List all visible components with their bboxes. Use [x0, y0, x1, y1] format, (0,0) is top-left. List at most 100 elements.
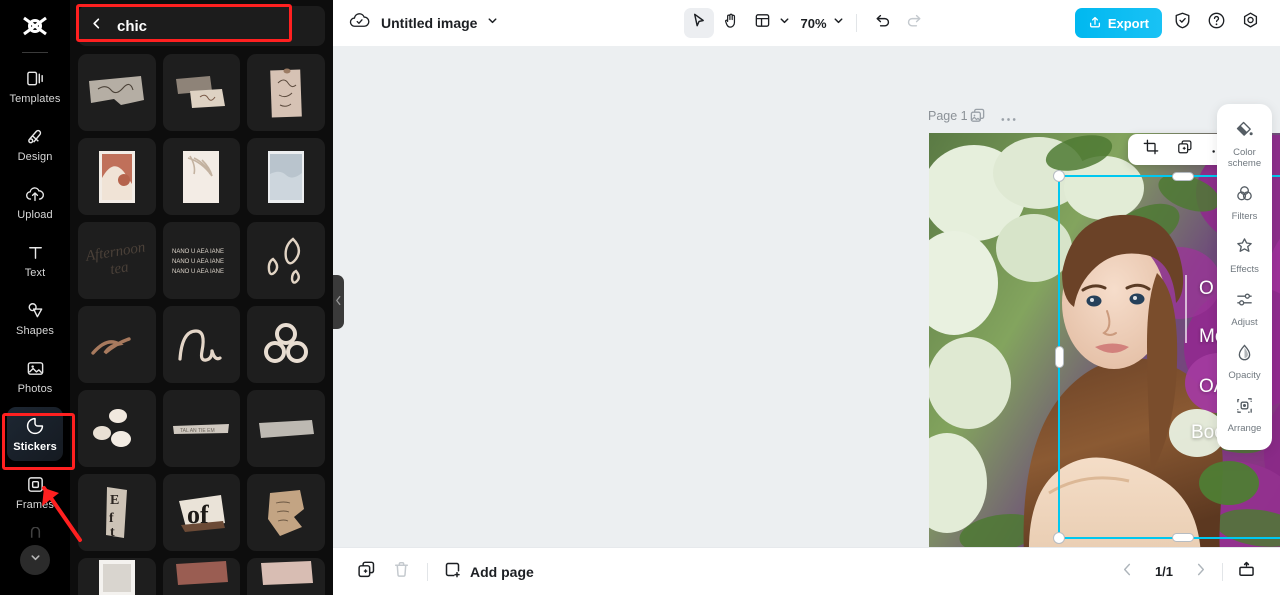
panel-item-color-scheme[interactable]: Color scheme [1217, 113, 1272, 177]
shield-check-button[interactable] [1168, 9, 1196, 37]
effects-icon [1235, 237, 1254, 261]
chevron-left-icon[interactable] [90, 17, 103, 35]
svg-text:E: E [110, 493, 119, 508]
cloud-saved-icon[interactable] [349, 12, 370, 35]
sticker-item[interactable] [247, 474, 325, 551]
sticker-item[interactable] [162, 138, 241, 215]
panel-item-label: Filters [1231, 210, 1258, 222]
sidebar-item-label: Stickers [13, 440, 57, 453]
layout-chevron-down-icon[interactable] [777, 14, 790, 32]
sticker-item[interactable]: Afternoon tea [78, 222, 156, 299]
pagination-divider [1222, 562, 1223, 581]
sidebar-expand-button[interactable] [20, 545, 50, 575]
duplicate-icon [1177, 139, 1193, 160]
handle-top-center[interactable] [1172, 172, 1194, 181]
layout-icon [754, 12, 771, 34]
handle-top-left[interactable] [1053, 170, 1065, 182]
duplicate-page-button[interactable] [357, 560, 376, 584]
export-button[interactable]: Export [1074, 8, 1162, 38]
frames-icon [26, 474, 45, 495]
page-label: Page 1 [928, 109, 968, 123]
sticker-item[interactable]: TAL AN TIE EM [162, 390, 241, 467]
handle-bottom-left[interactable] [1053, 532, 1065, 544]
svg-text:NANO U AEA IANE: NANO U AEA IANE [172, 249, 224, 255]
sticker-item[interactable] [247, 222, 325, 299]
export-label: Export [1107, 15, 1149, 31]
settings-button[interactable] [1236, 9, 1264, 37]
sidebar-item-label: Photos [17, 382, 53, 395]
zoom-level[interactable]: 70% [800, 16, 826, 31]
panel-item-effects[interactable]: Effects [1217, 230, 1272, 283]
panel-collapse-handle[interactable] [333, 275, 344, 329]
redo-icon [906, 12, 923, 34]
sticker-item[interactable] [78, 138, 156, 215]
sidebar-item-design[interactable]: Design [7, 117, 63, 171]
sticker-item[interactable] [247, 558, 325, 595]
sidebar-item-upload[interactable]: Upload [7, 175, 63, 229]
present-button[interactable] [1237, 560, 1256, 584]
capcut-logo-icon[interactable] [20, 10, 50, 42]
sticker-item[interactable] [162, 558, 241, 595]
document-title[interactable]: Untitled image [381, 15, 477, 31]
sticker-item[interactable] [78, 390, 156, 467]
sidebar-item-label: Text [24, 266, 46, 279]
crop-button[interactable] [1136, 135, 1166, 165]
duplicate-page-icon[interactable] [969, 107, 986, 129]
svg-text:TAL AN TIE EM: TAL AN TIE EM [180, 428, 215, 434]
question-circle-icon [1207, 11, 1226, 35]
sticker-item[interactable] [78, 306, 156, 383]
sticker-item[interactable]: of [162, 474, 241, 551]
duplicate-button[interactable] [1170, 135, 1200, 165]
sticker-item[interactable] [162, 54, 241, 131]
page-indicator: 1/1 [1154, 564, 1174, 579]
page-more-icon[interactable] [1000, 109, 1017, 127]
pagination-group: 1/1 [1120, 560, 1256, 584]
sidebar-item-shapes[interactable]: Shapes [7, 291, 63, 345]
sticker-search-input[interactable]: chic [78, 6, 325, 46]
sticker-item[interactable] [247, 306, 325, 383]
svg-text:NANO U AEA IANE: NANO U AEA IANE [172, 269, 224, 275]
sticker-item[interactable] [247, 54, 325, 131]
sticker-item[interactable] [162, 306, 241, 383]
prev-page-button[interactable] [1120, 562, 1135, 582]
sticker-item[interactable] [78, 558, 156, 595]
next-page-button[interactable] [1193, 562, 1208, 582]
panel-item-adjust[interactable]: Adjust [1217, 283, 1272, 336]
sticker-item[interactable] [78, 54, 156, 131]
zoom-chevron-down-icon[interactable] [832, 14, 845, 32]
handle-bottom-center[interactable] [1172, 533, 1194, 542]
tool-layout-button[interactable] [747, 8, 777, 38]
adjust-sliders-icon [1235, 290, 1254, 314]
top-toolbar: Untitled image 70% Export [333, 0, 1280, 47]
sticker-item[interactable]: NANO U AEA IANE NANO U AEA IANE NANO U AEA… [162, 222, 241, 299]
sticker-item[interactable] [247, 138, 325, 215]
sidebar-item-photos[interactable]: Photos [7, 349, 63, 403]
bottom-bar: Add page 1/1 [333, 547, 1280, 595]
canvas-area[interactable]: Page 1 O Mo OA Color scheme Filters Effe… [333, 47, 1280, 547]
sidebar-item-text[interactable]: Text [7, 233, 63, 287]
handle-middle-left[interactable] [1055, 346, 1064, 368]
sidebar-item-stickers[interactable]: Stickers [7, 407, 63, 461]
help-button[interactable] [1202, 9, 1230, 37]
delete-page-button[interactable] [392, 560, 411, 584]
add-page-button[interactable]: Add page [444, 561, 534, 582]
undo-button[interactable] [868, 8, 898, 38]
toolbar-divider [855, 14, 857, 32]
templates-icon [26, 68, 45, 89]
panel-item-label: Effects [1230, 263, 1259, 275]
panel-item-filters[interactable]: Filters [1217, 177, 1272, 230]
panel-item-arrange[interactable]: Arrange [1217, 389, 1272, 442]
panel-item-opacity[interactable]: Opacity [1217, 336, 1272, 389]
sticker-grid: Afternoon tea NANO U AEA IANE NANO U AEA I… [70, 48, 333, 595]
sticker-item[interactable] [247, 390, 325, 467]
sidebar-item-frames[interactable]: Frames [7, 465, 63, 519]
tool-hand-button[interactable] [715, 8, 745, 38]
sidebar-item-templates[interactable]: Templates [7, 59, 63, 113]
sticker-item[interactable]: Eft [78, 474, 156, 551]
redo-button[interactable] [900, 8, 930, 38]
tool-select-button[interactable] [683, 8, 714, 38]
toolbar-center-group: 70% [683, 8, 929, 38]
svg-text:f: f [109, 511, 114, 526]
chevron-left-icon [335, 293, 342, 311]
title-chevron-down-icon[interactable] [486, 14, 499, 32]
